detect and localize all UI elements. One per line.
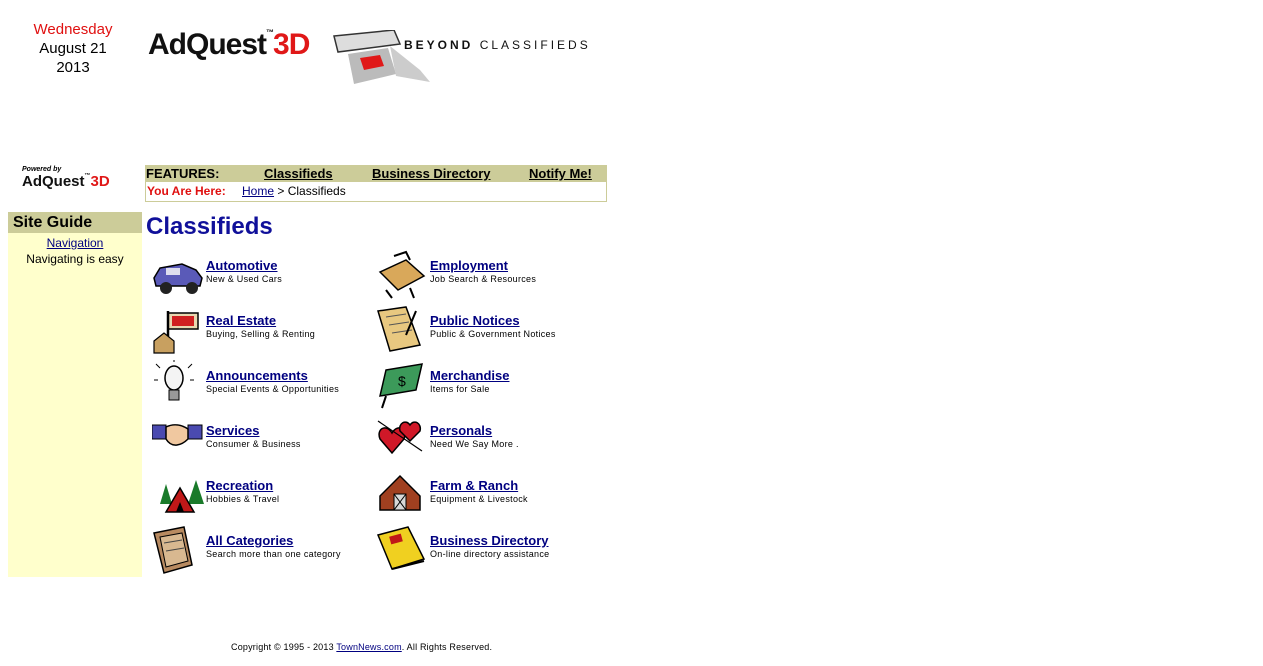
category-name: Recreation <box>206 478 274 493</box>
powered-by-logo: Powered by AdQuest™3D <box>22 166 132 191</box>
category-name: Services <box>206 423 260 438</box>
category-name: All Categories <box>206 533 294 548</box>
powered-3d: 3D <box>90 173 110 190</box>
handshake-icon <box>152 424 203 446</box>
category-merchandise[interactable]: $ Merchandise Items for Sale <box>376 360 596 410</box>
site-guide-description: Navigating is easy <box>26 252 124 266</box>
newspapers-icon <box>153 526 193 574</box>
adquest-logo: AdQuest™3D BEYOND CLASSIFIEDS <box>148 26 598 86</box>
category-description: Special Events & Opportunities <box>206 384 340 394</box>
date-display: Wednesday August 21 2013 <box>8 20 138 77</box>
copyright-suffix: . All Rights Reserved. <box>401 642 493 652</box>
category-name: Merchandise <box>430 368 510 383</box>
category-real-estate[interactable]: Real Estate Buying, Selling & Renting <box>152 305 372 355</box>
category-name: Farm & Ranch <box>430 478 519 493</box>
site-guide-title: Site Guide <box>8 212 142 233</box>
category-description: Equipment & Livestock <box>430 494 528 504</box>
category-farm-ranch[interactable]: Farm & Ranch Equipment & Livestock <box>376 470 596 520</box>
lightbulb-icon <box>154 360 194 401</box>
category-personals[interactable]: Personals Need We Say More . <box>376 415 596 465</box>
money-tag-icon: $ <box>379 363 423 409</box>
category-description: On-line directory assistance <box>430 549 550 559</box>
copyright: Copyright © 1995 - 2013 TownNews.com. Al… <box>231 642 492 652</box>
features-business-directory-link[interactable]: Business Directory <box>372 166 491 181</box>
breadcrumb-home-link[interactable]: Home <box>242 184 274 198</box>
category-public-notices[interactable]: Public Notices Public & Government Notic… <box>376 305 596 355</box>
category-recreation[interactable]: Recreation Hobbies & Travel <box>152 470 372 520</box>
page-title: Classifieds <box>146 213 273 240</box>
features-bar: FEATURES: Classifieds Business Directory… <box>145 165 607 182</box>
category-name: Real Estate <box>206 313 277 328</box>
category-description: Need We Say More . <box>430 439 519 449</box>
svg-text:$: $ <box>398 373 406 389</box>
category-announcements[interactable]: Announcements Special Events & Opportuni… <box>152 360 372 410</box>
category-employment[interactable]: Employment Job Search & Resources <box>376 250 596 300</box>
tagline-light: CLASSIFIEDS <box>479 38 591 52</box>
tent-icon <box>160 480 204 513</box>
category-all-categories[interactable]: All Categories Search more than one cate… <box>152 525 372 575</box>
weekday: Wednesday <box>33 21 113 38</box>
breadcrumb: You Are Here: Home > Classifieds <box>145 182 607 202</box>
townnews-link[interactable]: TownNews.com <box>336 642 401 652</box>
category-name: Announcements <box>206 368 308 383</box>
scroll-icon <box>377 306 422 352</box>
breadcrumb-separator: > <box>274 184 288 198</box>
category-name: Personals <box>430 423 493 438</box>
copyright-prefix: Copyright © 1995 - 2013 <box>231 642 337 652</box>
tagline: BEYOND CLASSIFIEDS <box>404 38 591 52</box>
category-name: Public Notices <box>430 313 520 328</box>
logo-brand: AdQuest <box>148 28 267 61</box>
phonebook-icon <box>376 526 426 570</box>
tagline-bold: BEYOND <box>404 38 474 52</box>
logo-tm: ™ <box>266 28 274 37</box>
year: 2013 <box>56 59 90 76</box>
hearts-icon <box>377 420 423 455</box>
category-description: Consumer & Business <box>206 439 301 449</box>
briefcase-icon <box>378 250 426 299</box>
logo-wordmark: AdQuest™3D <box>148 28 310 62</box>
category-description: Buying, Selling & Renting <box>206 329 316 339</box>
powered-brand: AdQuest <box>22 173 85 190</box>
category-name: Business Directory <box>430 533 549 548</box>
powered-by-label: Powered by <box>22 166 62 173</box>
category-business-directory[interactable]: Business Directory On-line directory ass… <box>376 525 596 575</box>
breadcrumb-current: Classifieds <box>287 184 346 198</box>
category-name: Automotive <box>206 258 278 273</box>
month-day: August 21 <box>39 40 107 57</box>
category-description: Search more than one category <box>206 549 341 559</box>
category-description: Public & Government Notices <box>430 329 556 339</box>
navigation-link[interactable]: Navigation <box>8 236 142 250</box>
category-description: New & Used Cars <box>206 274 283 284</box>
category-services[interactable]: Services Consumer & Business <box>152 415 372 465</box>
category-description: Job Search & Resources <box>430 274 537 284</box>
sold-sign-icon <box>153 311 199 354</box>
category-name: Employment <box>430 258 509 273</box>
breadcrumb-label: You Are Here: <box>147 184 226 198</box>
site-guide-panel: Site Guide Navigation Navigating is easy <box>8 212 142 577</box>
logo-3d: 3D <box>273 28 310 61</box>
barn-icon <box>379 474 421 511</box>
notify-me-link[interactable]: Notify Me! <box>529 166 592 181</box>
category-description: Hobbies & Travel <box>206 494 280 504</box>
car-icon <box>153 263 203 294</box>
category-description: Items for Sale <box>430 384 490 394</box>
features-classifieds-link[interactable]: Classifieds <box>264 166 333 181</box>
features-label: FEATURES: <box>146 166 220 181</box>
category-automotive[interactable]: Automotive New & Used Cars <box>152 250 372 300</box>
